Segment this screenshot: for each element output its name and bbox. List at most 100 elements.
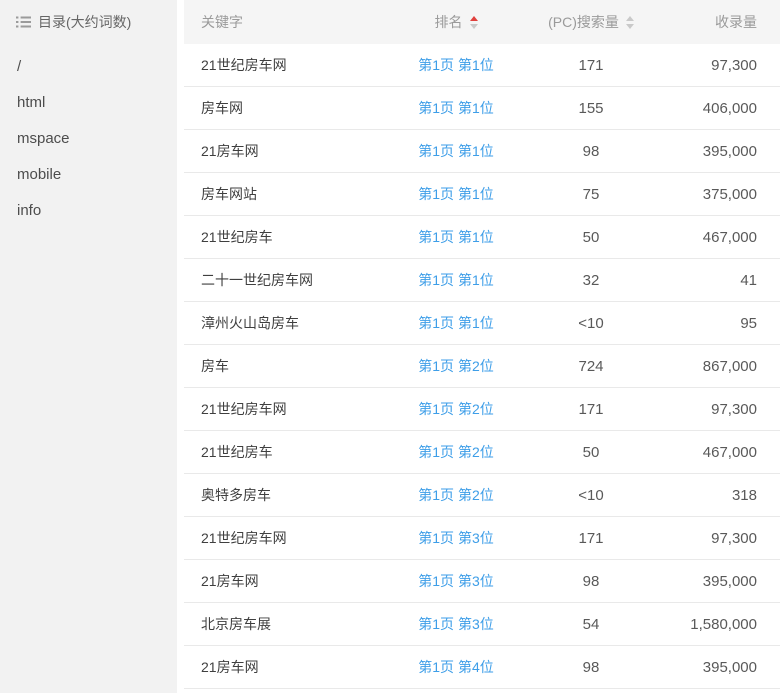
rank-link[interactable]: 第1页 第1位: [418, 272, 493, 288]
rank-link[interactable]: 第1页 第1位: [418, 315, 493, 331]
page: 目录(大约词数) / html mspace mobile info 关键字 排…: [0, 0, 780, 693]
index-volume-cell: 467,000: [661, 229, 780, 246]
table-row: 21世纪房车网第1页 第1位17197,300: [184, 44, 780, 87]
column-label: (PC)搜索量: [548, 12, 619, 32]
column-label: 收录量: [715, 14, 757, 30]
index-volume-cell: 97,300: [661, 401, 780, 418]
sidebar-item-root[interactable]: /: [0, 49, 177, 85]
sort-asc-icon[interactable]: [470, 16, 478, 21]
keyword-table: 关键字 排名 (PC)搜索量: [184, 0, 780, 693]
keyword-cell: 房车网站: [184, 184, 391, 204]
table-row: 房车第1页 第2位724867,000: [184, 345, 780, 388]
rank-cell: 第1页 第4位: [391, 657, 521, 677]
pc-search-volume-cell: 54: [521, 616, 661, 633]
rank-cell: 第1页 第2位: [391, 442, 521, 462]
rank-cell: 第1页 第1位: [391, 227, 521, 247]
table-row: 二十一世纪房车网 第1页 第1位 3241: [184, 259, 780, 302]
column-label: 关键字: [201, 14, 243, 30]
rank-link[interactable]: 第1页 第2位: [418, 401, 493, 417]
sidebar-item-mspace[interactable]: mspace: [0, 121, 177, 157]
keyword-cell: 奥特多房车: [184, 485, 391, 505]
index-volume-cell: 1,580,000: [661, 616, 780, 633]
sidebar-item-html[interactable]: html: [0, 85, 177, 121]
rank-link[interactable]: 第1页 第1位: [418, 57, 493, 73]
pc-search-volume-cell: 155: [521, 100, 661, 117]
rank-link[interactable]: 第1页 第4位: [418, 659, 493, 675]
index-volume-cell: 41: [661, 272, 780, 289]
rank-cell: 第1页 第1位: [391, 55, 521, 75]
index-volume-cell: 375,000: [661, 186, 780, 203]
search-volume-sort-control[interactable]: [626, 16, 634, 29]
sort-desc-icon[interactable]: [470, 24, 478, 29]
rank-cell: 第1页 第1位: [391, 270, 521, 290]
pc-search-volume-cell: 171: [521, 401, 661, 418]
sidebar-item-mobile[interactable]: mobile: [0, 157, 177, 193]
pc-search-volume-cell: 75: [521, 186, 661, 203]
rank-link[interactable]: 第1页 第2位: [418, 444, 493, 460]
rank-sort-control[interactable]: [470, 16, 478, 29]
rank-cell: 第1页 第1位: [391, 141, 521, 161]
sidebar-header: 目录(大约词数): [0, 0, 177, 44]
rank-link[interactable]: 第1页 第3位: [418, 616, 493, 632]
rank-cell: 第1页 第3位: [391, 528, 521, 548]
sidebar-item-info[interactable]: info: [0, 193, 177, 229]
keyword-cell: 二十一世纪房车网: [184, 270, 391, 290]
table-row: 房车网站 第1页 第1位 75375,000: [184, 173, 780, 216]
rank-cell: 第1页 第2位: [391, 399, 521, 419]
sidebar-title: 目录(大约词数): [38, 12, 131, 32]
keyword-cell: 21世纪房车网: [184, 528, 391, 548]
index-volume-cell: 97,300: [661, 530, 780, 547]
keyword-cell: 21房车网: [184, 141, 391, 161]
column-header-index-volume: 收录量: [661, 12, 780, 32]
pc-search-volume-cell: 50: [521, 229, 661, 246]
rank-cell: 第1页 第3位: [391, 614, 521, 634]
keyword-cell: 21世纪房车: [184, 227, 391, 247]
table-header-row: 关键字 排名 (PC)搜索量: [184, 0, 780, 44]
table-row: 21世纪房车 第1页 第1位 50467,000: [184, 216, 780, 259]
rank-link[interactable]: 第1页 第1位: [418, 186, 493, 202]
keyword-cell: 21世纪房车: [184, 442, 391, 462]
pc-search-volume-cell: 724: [521, 358, 661, 375]
rank-link[interactable]: 第1页 第3位: [418, 530, 493, 546]
column-header-pc-search-volume[interactable]: (PC)搜索量: [521, 12, 661, 32]
rank-link[interactable]: 第1页 第2位: [418, 487, 493, 503]
index-volume-cell: 467,000: [661, 444, 780, 461]
index-volume-cell: 318: [661, 487, 780, 504]
pc-search-volume-cell: 98: [521, 143, 661, 160]
rank-link[interactable]: 第1页 第3位: [418, 573, 493, 589]
keyword-cell: 21房车网: [184, 657, 391, 677]
pc-search-volume-cell: 171: [521, 530, 661, 547]
table-row: 奥特多房车 第1页 第2位 <10318: [184, 474, 780, 517]
index-volume-cell: 867,000: [661, 358, 780, 375]
sort-desc-icon[interactable]: [626, 24, 634, 29]
rank-link[interactable]: 第1页 第1位: [418, 100, 493, 116]
pc-search-volume-cell: <10: [521, 487, 661, 504]
pc-search-volume-cell: 171: [521, 57, 661, 74]
table-row: 北京房车展第1页 第3位541,580,000: [184, 603, 780, 646]
index-volume-cell: 395,000: [661, 143, 780, 160]
rank-cell: 第1页 第3位: [391, 571, 521, 591]
table-row: 21世纪房车网 第1页 第3位 17197,300: [184, 517, 780, 560]
keyword-cell: 房车网: [184, 98, 391, 118]
column-header-rank[interactable]: 排名: [391, 12, 521, 32]
table-row: 21房车网 第1页 第1位 98395,000: [184, 130, 780, 173]
index-volume-cell: 395,000: [661, 659, 780, 676]
table-row: 21世纪房车 第1页 第2位 50467,000: [184, 431, 780, 474]
index-volume-cell: 97,300: [661, 57, 780, 74]
sidebar-directory-list: / html mspace mobile info: [0, 44, 177, 229]
rank-cell: 第1页 第2位: [391, 485, 521, 505]
list-icon: [16, 16, 31, 28]
pc-search-volume-cell: 32: [521, 272, 661, 289]
pc-search-volume-cell: 50: [521, 444, 661, 461]
keyword-cell: 漳州火山岛房车: [184, 313, 391, 333]
rank-cell: 第1页 第1位: [391, 184, 521, 204]
rank-link[interactable]: 第1页 第2位: [418, 358, 493, 374]
rank-link[interactable]: 第1页 第1位: [418, 229, 493, 245]
table-row: 21房车网第1页 第3位98395,000: [184, 560, 780, 603]
index-volume-cell: 395,000: [661, 573, 780, 590]
rank-cell: 第1页 第2位: [391, 356, 521, 376]
rank-link[interactable]: 第1页 第1位: [418, 143, 493, 159]
table-row: 21世纪房车网第1页 第2位17197,300: [184, 388, 780, 431]
sort-asc-icon[interactable]: [626, 16, 634, 21]
pc-search-volume-cell: <10: [521, 315, 661, 332]
